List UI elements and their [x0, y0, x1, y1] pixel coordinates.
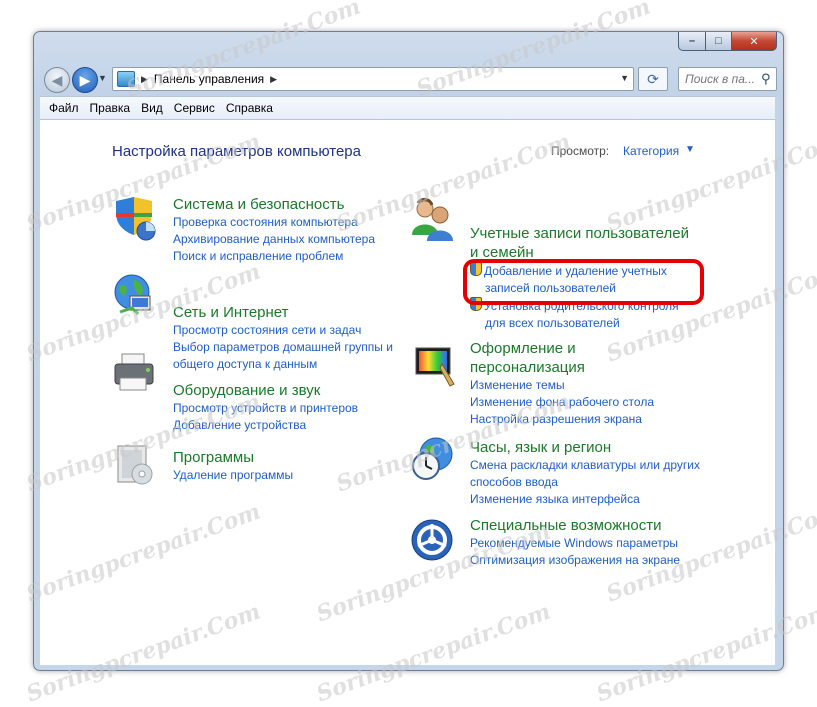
- category-title-line1[interactable]: Оформление и: [470, 339, 654, 358]
- link-homegroup[interactable]: Выбор параметров домашней группы и: [173, 339, 393, 356]
- chevron-right-icon[interactable]: ▶: [141, 74, 148, 85]
- link-change-theme[interactable]: Изменение темы: [470, 377, 654, 394]
- link-uninstall-program[interactable]: Удаление программы: [173, 467, 293, 484]
- accessibility-icon: [411, 519, 453, 561]
- category-system-security: Система и безопасность Проверка состояни…: [173, 195, 375, 265]
- category-title[interactable]: Система и безопасность: [173, 195, 375, 214]
- link-optimize-display[interactable]: Оптимизация изображения на экране: [470, 552, 680, 569]
- back-button[interactable]: ◀: [44, 67, 70, 93]
- link-display-language[interactable]: Изменение языка интерфейса: [470, 491, 700, 508]
- link-keyboard-layout-cont[interactable]: способов ввода: [470, 474, 700, 491]
- forward-button[interactable]: ▶: [72, 67, 98, 93]
- chevron-right-icon[interactable]: ▶: [270, 74, 277, 85]
- menu-file[interactable]: Файл: [49, 101, 79, 115]
- category-title[interactable]: Часы, язык и регион: [470, 438, 700, 457]
- search-input[interactable]: [683, 71, 759, 87]
- view-mode-dropdown[interactable]: Категория: [623, 144, 679, 158]
- network-globe-icon: [114, 274, 151, 316]
- clock-globe-icon: [412, 437, 453, 480]
- refresh-button[interactable]: ⟳: [638, 67, 668, 91]
- category-title[interactable]: Программы: [173, 448, 293, 467]
- category-appearance: Оформление и персонализация Изменение те…: [470, 339, 654, 428]
- chevron-down-icon[interactable]: ▼: [685, 144, 695, 155]
- page-title: Настройка параметров компьютера: [112, 143, 361, 160]
- close-button[interactable]: ✕: [732, 32, 777, 51]
- link-devices-printers[interactable]: Просмотр устройств и принтеров: [173, 400, 358, 417]
- title-buttons: – □ ✕: [678, 32, 777, 51]
- category-clock-language: Часы, язык и регион Смена раскладки клав…: [470, 438, 700, 508]
- users-icon: [412, 197, 453, 241]
- category-programs: Программы Удаление программы: [173, 448, 293, 484]
- address-path[interactable]: Панель управления: [154, 72, 264, 86]
- menu-help[interactable]: Справка: [226, 101, 273, 115]
- arrow-right-icon: ▶: [79, 71, 91, 88]
- search-box[interactable]: ⚲: [678, 67, 777, 91]
- control-panel-icon: [117, 71, 135, 87]
- magnifier-icon[interactable]: ⚲: [761, 71, 771, 87]
- category-title-line2[interactable]: персонализация: [470, 358, 654, 377]
- view-label: Просмотр:: [551, 144, 610, 158]
- link-parental-controls-cont[interactable]: для всех пользователей: [470, 315, 689, 332]
- navigation-bar: ◀ ▶ ▼ ▶ Панель управления ▶ ▼ ⟳ ⚲: [40, 65, 777, 93]
- category-title[interactable]: Оборудование и звук: [173, 381, 358, 400]
- content-area: Настройка параметров компьютера Просмотр…: [40, 119, 775, 665]
- link-recommended-settings[interactable]: Рекомендуемые Windows параметры: [470, 535, 680, 552]
- address-bar[interactable]: ▶ Панель управления ▶ ▼: [112, 67, 634, 91]
- link-keyboard-layout[interactable]: Смена раскладки клавиатуры или других: [470, 457, 700, 474]
- category-title[interactable]: Специальные возможности: [470, 516, 680, 535]
- address-history-dropdown[interactable]: ▼: [620, 73, 629, 83]
- category-title-line1[interactable]: Учетные записи пользователей: [470, 224, 689, 243]
- maximize-button[interactable]: □: [706, 32, 732, 51]
- category-title[interactable]: Сеть и Интернет: [173, 303, 393, 322]
- link-change-wallpaper[interactable]: Изменение фона рабочего стола: [470, 394, 654, 411]
- link-backup[interactable]: Архивирование данных компьютера: [173, 231, 375, 248]
- menu-view[interactable]: Вид: [141, 101, 163, 115]
- link-add-device[interactable]: Добавление устройства: [173, 417, 358, 434]
- category-hardware-sound: Оборудование и звук Просмотр устройств и…: [173, 381, 358, 434]
- link-homegroup-cont[interactable]: общего доступа к данным: [173, 356, 393, 373]
- menu-edit[interactable]: Правка: [90, 101, 131, 115]
- menu-bar: Файл Правка Вид Сервис Справка: [40, 96, 775, 119]
- link-check-status[interactable]: Проверка состояния компьютера: [173, 214, 375, 231]
- category-accessibility: Специальные возможности Рекомендуемые Wi…: [470, 516, 680, 569]
- category-network-internet: Сеть и Интернет Просмотр состояния сети …: [173, 303, 393, 373]
- arrow-left-icon: ◀: [51, 71, 63, 88]
- link-screen-resolution[interactable]: Настройка разрешения экрана: [470, 411, 654, 428]
- display-personalization-icon: [415, 347, 455, 387]
- highlight-box: [463, 259, 704, 305]
- menu-tools[interactable]: Сервис: [174, 101, 215, 115]
- link-network-status[interactable]: Просмотр состояния сети и задач: [173, 322, 393, 339]
- shield-system-icon: [116, 197, 156, 241]
- printer-icon: [114, 353, 154, 391]
- minimize-button[interactable]: –: [678, 32, 706, 51]
- recent-pages-dropdown[interactable]: ▼: [98, 73, 107, 83]
- programs-icon: [117, 445, 153, 485]
- control-panel-window: – □ ✕ ◀ ▶ ▼ ▶ Панель управления ▶ ▼ ⟳ ⚲ …: [33, 31, 784, 671]
- refresh-icon: ⟳: [647, 70, 659, 87]
- link-troubleshoot[interactable]: Поиск и исправление проблем: [173, 248, 375, 265]
